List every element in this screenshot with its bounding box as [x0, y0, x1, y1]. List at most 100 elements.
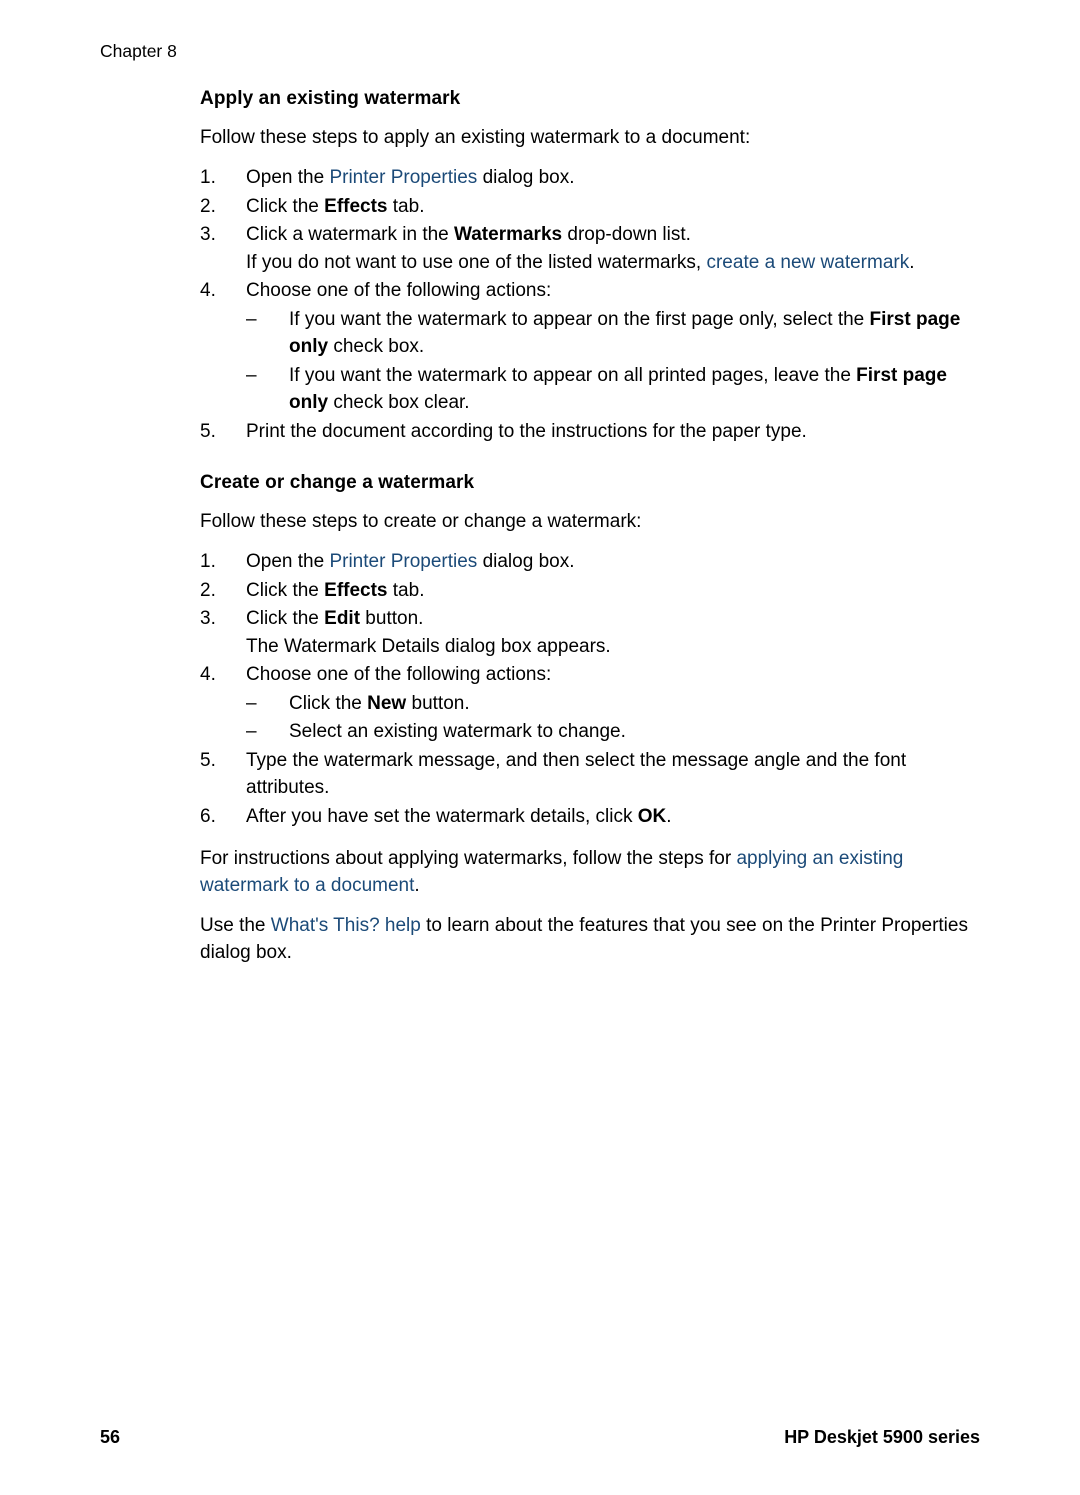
body-text: .: [909, 251, 915, 273]
numbered-step-item: 4. Choose one of the following actions: – I…: [200, 277, 980, 417]
dash-sub-item: – If you want the watermark to appear on …: [246, 306, 980, 361]
step-number-marker: 1.: [200, 551, 216, 572]
body-text: If you want the watermark to appear on a…: [289, 364, 857, 386]
step-text: After you have set the watermark details…: [246, 806, 672, 827]
step-number-marker: 4.: [200, 280, 216, 301]
dash-bullet-marker: –: [246, 721, 257, 742]
section-heading: Create or change a watermark: [200, 472, 475, 493]
body-text: After you have set the watermark details…: [246, 805, 638, 827]
step-text: Click the Effects tab.: [246, 580, 424, 601]
body-text: Use the: [200, 915, 271, 936]
numbered-step-item: 3. Click the Edit button. The Watermark De…: [200, 605, 980, 660]
body-text: tab.: [387, 195, 425, 217]
step-text: Open the Printer Properties dialog box.: [246, 167, 574, 188]
dash-sub-item: – Click the New button.: [246, 690, 980, 718]
dash-item-text: Click the New button.: [289, 693, 470, 714]
dash-sub-list: – If you want the watermark to appear on …: [246, 306, 980, 417]
body-text: If you do not want to use one of the lis…: [246, 251, 707, 273]
step-number-marker: 4.: [200, 664, 216, 685]
dash-bullet-marker: –: [246, 692, 257, 714]
body-text: Type the watermark message, and then sel…: [246, 749, 907, 799]
emphasis-text: Edit: [324, 608, 361, 629]
step-number-marker: 5.: [200, 749, 216, 771]
section-heading: Apply an existing watermark: [200, 88, 461, 109]
footer-page-number: 56: [100, 1427, 121, 1447]
page-footer: 56 HP Deskjet 5900 series: [100, 1424, 980, 1450]
trailing-paragraph: For instructions about applying watermar…: [200, 845, 980, 899]
emphasis-text: Effects: [324, 579, 388, 601]
step-text: Click the Edit button.: [246, 608, 423, 629]
step-text: Choose one of the following actions:: [246, 280, 551, 301]
dash-bullet-marker: –: [246, 308, 257, 330]
document-section: Create or change a watermark Follow these…: [200, 470, 980, 966]
step-continuation-text: If you do not want to use one of the lis…: [246, 249, 980, 277]
body-text: tab.: [387, 579, 425, 601]
dash-sub-item: – If you want the watermark to appear on …: [246, 362, 980, 417]
body-text: Open the: [246, 551, 330, 572]
body-text: Click the: [246, 608, 325, 629]
sections-container: Apply an existing watermark Follow these …: [200, 86, 980, 966]
body-text: If you want the watermark to appear on t…: [289, 308, 870, 330]
emphasis-text: Watermarks: [454, 224, 563, 245]
dash-sub-list: – Click the New button. – Select an existin…: [246, 690, 980, 746]
body-text: Choose one of the following actions:: [246, 280, 552, 301]
running-header-chapter: Chapter 8: [100, 41, 177, 61]
body-text: Select an existing watermark to change.: [289, 721, 626, 742]
dash-sub-item: – Select an existing watermark to change.: [246, 718, 980, 746]
body-text: Click a watermark in the: [246, 224, 455, 245]
cross-reference-link[interactable]: What's This? help: [271, 915, 421, 936]
numbered-step-item: 1. Open the Printer Properties dialog box…: [200, 548, 980, 576]
body-text: Click the: [246, 579, 325, 601]
step-text: Print the document according to the inst…: [246, 421, 807, 442]
numbered-step-item: 5. Print the document according to the in…: [200, 418, 980, 446]
body-text: dialog box.: [477, 167, 575, 188]
numbered-step-item: 2. Click the Effects tab.: [200, 193, 980, 221]
body-text: For instructions about applying watermar…: [200, 848, 737, 869]
step-text: Type the watermark message, and then sel…: [246, 750, 906, 799]
dash-item-text: If you want the watermark to appear on a…: [289, 365, 947, 414]
document-section: Apply an existing watermark Follow these …: [200, 86, 980, 445]
step-continuation-text: The Watermark Details dialog box appears…: [246, 633, 980, 661]
section-intro-paragraph: Follow these steps to apply an existing …: [200, 127, 751, 148]
body-text: .: [666, 805, 672, 827]
body-text: check box clear.: [328, 392, 470, 413]
numbered-step-list: 1. Open the Printer Properties dialog box…: [200, 548, 980, 830]
trailing-paragraph: Use the What's This? help to learn about…: [200, 912, 980, 966]
step-number-marker: 5.: [200, 420, 216, 442]
body-text: .: [414, 875, 420, 896]
body-text: Choose one of the following actions:: [246, 664, 552, 685]
body-text: Open the: [246, 167, 330, 188]
footer-product-name: HP Deskjet 5900 series: [784, 1427, 980, 1447]
cross-reference-link[interactable]: create a new watermark: [706, 252, 909, 273]
emphasis-text: Effects: [324, 195, 388, 217]
dash-item-text: If you want the watermark to appear on t…: [289, 309, 960, 358]
emphasis-text: New: [367, 692, 407, 714]
body-text: Click the: [246, 195, 325, 217]
step-number-marker: 2.: [200, 579, 216, 601]
step-text: Open the Printer Properties dialog box.: [246, 551, 574, 572]
numbered-step-item: 2. Click the Effects tab.: [200, 577, 980, 605]
step-text: Click a watermark in the Watermarks drop…: [246, 224, 691, 245]
step-number-marker: 2.: [200, 195, 216, 217]
numbered-step-list: 1. Open the Printer Properties dialog box…: [200, 164, 980, 445]
numbered-step-item: 1. Open the Printer Properties dialog box…: [200, 164, 980, 192]
body-text: dialog box.: [477, 551, 575, 572]
numbered-step-item: 4. Choose one of the following actions: – C…: [200, 661, 980, 746]
numbered-step-item: 6. After you have set the watermark detai…: [200, 803, 980, 831]
body-text: drop-down list.: [562, 224, 691, 245]
step-text: Choose one of the following actions:: [246, 664, 551, 685]
numbered-step-item: 3. Click a watermark in the Watermarks dr…: [200, 221, 980, 276]
cross-reference-link[interactable]: Printer Properties: [329, 167, 477, 188]
cross-reference-link[interactable]: Printer Properties: [329, 551, 477, 572]
body-text: Click the: [289, 692, 368, 714]
body-text: Print the document according to the inst…: [246, 420, 807, 442]
dash-item-text: Select an existing watermark to change.: [289, 721, 626, 742]
step-number-marker: 3.: [200, 608, 216, 629]
body-text: The Watermark Details dialog box appears…: [246, 635, 611, 657]
emphasis-text: OK: [637, 805, 667, 827]
step-text: Click the Effects tab.: [246, 196, 424, 217]
body-text: button.: [406, 692, 470, 714]
step-number-marker: 1.: [200, 167, 216, 188]
